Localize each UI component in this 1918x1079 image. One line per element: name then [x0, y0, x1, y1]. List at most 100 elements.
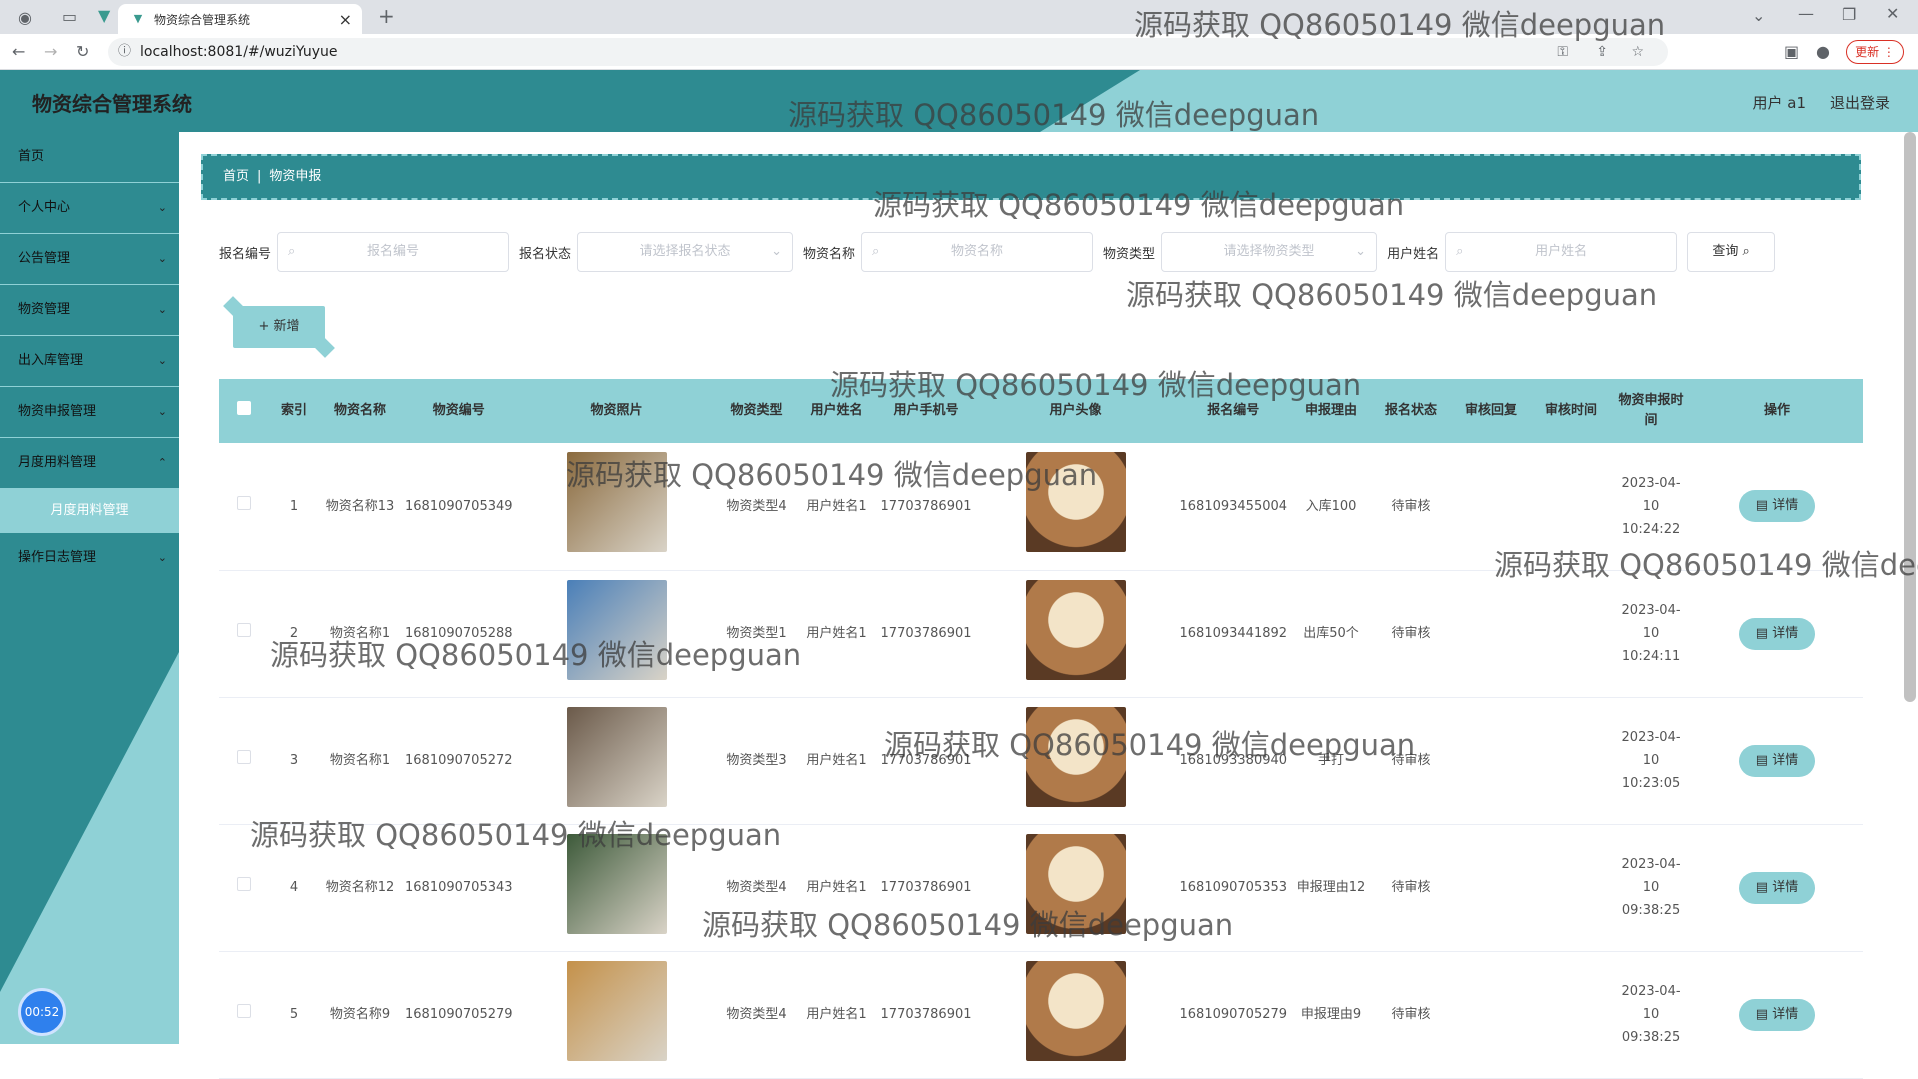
- maximize-icon[interactable]: ❐: [1842, 5, 1856, 24]
- regno-input[interactable]: ⌕ 报名编号: [277, 232, 510, 272]
- material-photo[interactable]: [566, 579, 667, 680]
- cell-code: 1681090705288: [401, 570, 517, 698]
- col-header: 用户头像: [1049, 403, 1102, 418]
- close-window-icon[interactable]: ✕: [1886, 4, 1899, 23]
- cell-reg_no: 1681093455004: [1175, 443, 1292, 571]
- cell-apply_time: 2023-04-10 10:24:11: [1611, 570, 1692, 698]
- new-tab-icon[interactable]: +: [378, 4, 395, 28]
- update-button[interactable]: 更新 ⋮: [1846, 40, 1904, 64]
- material-name-input[interactable]: ⌕ 物资名称: [861, 232, 1094, 272]
- col-header: 物资照片: [590, 403, 643, 418]
- row-checkbox[interactable]: [237, 750, 251, 764]
- detail-button[interactable]: ▤ 详情: [1739, 744, 1816, 777]
- table-row: 3 物资名称1 1681090705272 物资类型3 用户姓名1 17703786901…: [219, 697, 1863, 825]
- cell-code: 1681090705272: [401, 697, 517, 825]
- status-select[interactable]: 请选择报名状态 ⌄: [577, 232, 794, 272]
- sidebar-item-home[interactable]: 首页: [0, 132, 179, 183]
- vue-logo-icon: ▼: [133, 12, 143, 25]
- user-avatar[interactable]: [1025, 706, 1126, 807]
- row-checkbox-cell[interactable]: [219, 443, 269, 571]
- row-checkbox-cell[interactable]: [219, 824, 269, 952]
- chevron-down-icon: ⌄: [157, 405, 167, 418]
- col-header: 物资申报时间: [1618, 393, 1684, 428]
- share-icon[interactable]: ⇪: [1596, 38, 1608, 66]
- sidebar-item-materials[interactable]: 物资管理 ⌄: [0, 285, 179, 336]
- detail-button[interactable]: ▤ 详情: [1739, 871, 1816, 904]
- cell-reply: [1451, 697, 1532, 825]
- select-all-checkbox[interactable]: [237, 400, 251, 415]
- material-photo[interactable]: [566, 706, 667, 807]
- header-checkbox-cell[interactable]: [219, 379, 269, 443]
- detail-label: 详情: [1772, 625, 1799, 641]
- chevron-down-icon: ⌄: [157, 201, 167, 214]
- detail-button[interactable]: ▤ 详情: [1739, 998, 1816, 1031]
- sidebar-item-applications[interactable]: 物资申报管理 ⌄: [0, 387, 179, 438]
- material-photo[interactable]: [566, 452, 667, 553]
- query-button[interactable]: 查询 ⌕: [1687, 232, 1776, 272]
- recording-timer[interactable]: 00:52: [18, 988, 66, 1036]
- row-checkbox[interactable]: [237, 1004, 251, 1018]
- chevron-down-icon[interactable]: ⌄: [1752, 6, 1765, 25]
- sidebar-item-label: 公告管理: [18, 251, 71, 266]
- row-checkbox[interactable]: [237, 495, 251, 510]
- key-icon[interactable]: ⚿: [1557, 38, 1568, 66]
- material-photo[interactable]: [566, 833, 667, 934]
- user-avatar[interactable]: [1025, 833, 1126, 934]
- add-button[interactable]: + 新增: [233, 306, 325, 348]
- material-photo[interactable]: [566, 960, 667, 1061]
- col-header: 物资名称: [333, 403, 386, 418]
- type-select[interactable]: 请选择物资类型 ⌄: [1161, 232, 1378, 272]
- minimize-icon[interactable]: —: [1798, 4, 1814, 23]
- star-icon[interactable]: ☆: [1631, 38, 1644, 66]
- row-checkbox[interactable]: [237, 877, 251, 891]
- globe-icon[interactable]: ◉: [18, 8, 32, 27]
- current-user: 用户 a1: [1752, 94, 1806, 112]
- sidebar-item-monthly[interactable]: 月度用料管理 ⌃: [0, 438, 179, 489]
- detail-button[interactable]: ▤ 详情: [1739, 617, 1816, 650]
- user-avatar[interactable]: [1025, 579, 1126, 680]
- row-checkbox-cell[interactable]: [219, 697, 269, 825]
- col-header: 物资编号: [432, 403, 485, 418]
- document-icon: ▤: [1755, 879, 1773, 895]
- cell-name: 物资名称13: [319, 443, 401, 571]
- sidebar-item-logs[interactable]: 操作日志管理 ⌄: [0, 533, 179, 584]
- cell-user: 用户姓名1: [796, 570, 877, 698]
- cell-reason: 入库100: [1291, 443, 1372, 571]
- chevron-down-icon: ⌄: [157, 354, 167, 367]
- sidebar-item-inout[interactable]: 出入库管理 ⌄: [0, 336, 179, 387]
- document-icon: ▤: [1755, 752, 1773, 768]
- sidebar-item-notices[interactable]: 公告管理 ⌄: [0, 234, 179, 285]
- logout-button[interactable]: 退出登录: [1830, 92, 1890, 113]
- cell-name: 物资名称9: [319, 951, 401, 1079]
- pinned-tab-icon[interactable]: ▭: [62, 7, 77, 26]
- search-form: 报名编号 ⌕ 报名编号 报名状态 请选择报名状态 ⌄ 物资名称 ⌕ 物资名称 物资类型…: [219, 232, 1776, 272]
- address-bar[interactable]: ⓘ localhost:8081/#/wuziYuyue ⚿ ⇪ ☆: [108, 38, 1668, 66]
- reload-icon[interactable]: ↻: [76, 42, 89, 61]
- close-tab-icon[interactable]: ×: [339, 10, 352, 29]
- username-input[interactable]: ⌕ 用户姓名: [1445, 232, 1678, 272]
- sidepanel-icon[interactable]: ▣: [1784, 42, 1799, 61]
- profile-icon[interactable]: ●: [1816, 42, 1830, 61]
- chevron-down-icon: ⌄: [157, 252, 167, 265]
- sidebar-item-label: 首页: [18, 149, 45, 164]
- user-avatar[interactable]: [1025, 452, 1126, 553]
- cell-status: 待审核: [1371, 951, 1452, 1079]
- sidebar-subitem-monthly[interactable]: 月度用料管理: [0, 489, 179, 533]
- detail-button[interactable]: ▤ 详情: [1739, 490, 1816, 523]
- forward-arrow-icon[interactable]: →: [44, 42, 57, 61]
- back-arrow-icon[interactable]: ←: [12, 42, 25, 61]
- user-avatar[interactable]: [1025, 960, 1126, 1061]
- vue-tab-icon[interactable]: ▼: [98, 6, 110, 25]
- row-checkbox[interactable]: [237, 623, 251, 637]
- row-checkbox-cell[interactable]: [219, 951, 269, 1079]
- search-label-type: 物资类型: [1103, 246, 1156, 262]
- col-header: 索引: [280, 403, 307, 418]
- info-icon[interactable]: ⓘ: [118, 38, 131, 66]
- photo-cell: [516, 570, 717, 698]
- browser-tab-active[interactable]: ▼ 物资综合管理系统 ×: [118, 4, 362, 34]
- breadcrumb-home[interactable]: 首页: [223, 169, 249, 184]
- search-icon: ⌕: [288, 244, 296, 259]
- sidebar-item-profile[interactable]: 个人中心 ⌄: [0, 183, 179, 234]
- row-checkbox-cell[interactable]: [219, 570, 269, 698]
- page-scrollbar[interactable]: [1904, 132, 1916, 702]
